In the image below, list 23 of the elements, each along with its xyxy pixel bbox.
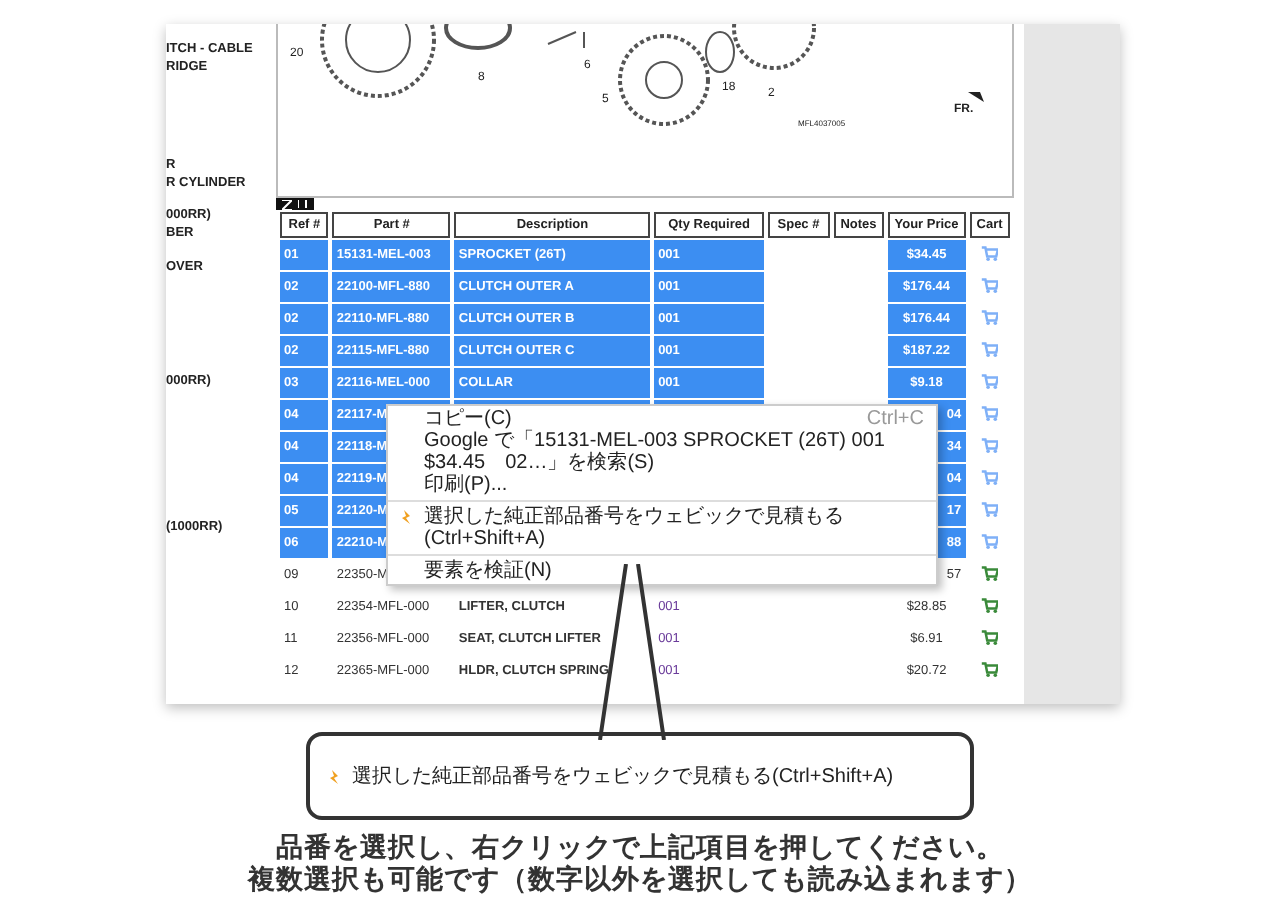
cart-icon[interactable]	[980, 340, 999, 358]
cart-icon[interactable]	[980, 436, 999, 454]
front-arrow-icon	[968, 92, 984, 102]
cart-icon[interactable]	[980, 468, 999, 486]
expand-icon[interactable]	[298, 200, 308, 208]
cart-icon[interactable]	[980, 596, 999, 614]
menu-item[interactable]: 選択した純正部品番号をウェビックで見積もる(Ctrl+Shift+A)	[388, 506, 936, 550]
extension-icon	[330, 769, 340, 783]
cart-icon[interactable]	[980, 244, 999, 262]
cart-icon[interactable]	[980, 660, 999, 678]
cart-icon[interactable]	[980, 564, 999, 582]
cart-icon[interactable]	[980, 404, 999, 422]
caption-text: 複数選択も可能です（数字以外を選択しても読み込まれます）	[248, 864, 1032, 896]
extension-icon	[402, 510, 412, 524]
cart-icon[interactable]	[980, 308, 999, 326]
cart-icon[interactable]	[980, 372, 999, 390]
zoom-icon[interactable]	[282, 199, 292, 209]
cart-icon[interactable]	[980, 276, 999, 294]
cart-icon[interactable]	[980, 628, 999, 646]
cart-icon[interactable]	[980, 500, 999, 518]
caption-text: 品番を選択し、右クリックで上記項目を押してください。	[276, 832, 1004, 864]
callout-text: 選択した純正部品番号をウェビックで見積もる(Ctrl+Shift+A)	[352, 763, 894, 790]
cart-icon[interactable]	[980, 532, 999, 550]
